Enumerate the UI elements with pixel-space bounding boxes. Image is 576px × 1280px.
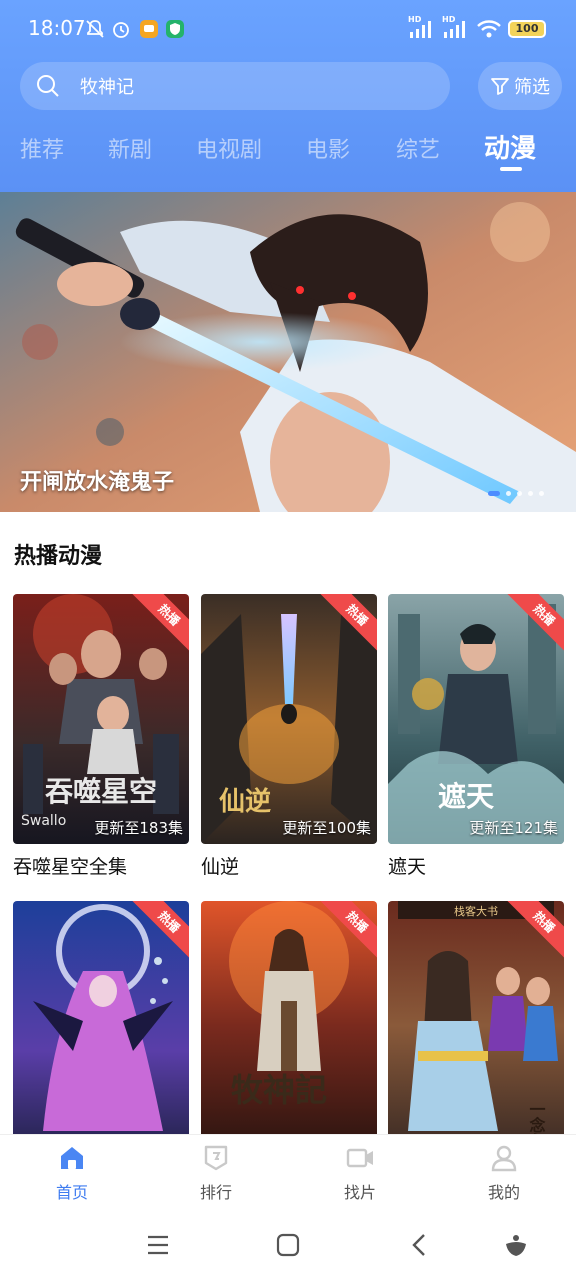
- home-icon: [61, 1147, 83, 1169]
- tab-recommend[interactable]: 推荐: [20, 132, 64, 164]
- active-tab-indicator: [500, 167, 522, 171]
- mute-bell-icon: [86, 20, 104, 38]
- poster: 热播: [13, 901, 189, 1151]
- search-icon: [37, 75, 59, 97]
- home-square-icon[interactable]: [276, 1232, 300, 1258]
- nav-ranking[interactable]: 排行: [176, 1143, 256, 1203]
- banner-title: 开闸放水淹鬼子: [20, 470, 175, 495]
- card-title: 吞噬星空全集: [13, 856, 128, 878]
- video-camera-icon: [346, 1148, 373, 1168]
- section-title: 热播动漫: [14, 544, 103, 569]
- carousel-dot[interactable]: [539, 491, 544, 496]
- tab-movie[interactable]: 电影: [306, 132, 350, 164]
- signal-icon-2: HD: [442, 15, 470, 40]
- tab-new-drama[interactable]: 新剧: [108, 132, 152, 164]
- episode-update: 更新至183集: [94, 819, 183, 837]
- tab-anime[interactable]: 动漫: [484, 128, 536, 165]
- poster-image: 遮天: [388, 594, 564, 844]
- menu-icon[interactable]: [146, 1232, 170, 1258]
- anime-card[interactable]: 仙逆 热播 更新至100集 仙逆: [201, 594, 377, 879]
- poster-image: 栈客大书 一念永恒: [388, 901, 564, 1151]
- poster-subtitle-art: Swallo: [21, 813, 66, 829]
- nav-label: 排行: [199, 1183, 232, 1202]
- anime-card[interactable]: 遮天 热播 更新至121集 遮天: [388, 594, 564, 879]
- status-time: 18:07: [28, 16, 86, 40]
- header: 18:07 HD HD 100 牧神记 筛选 推荐 新剧 电视剧 电影 综艺 动…: [0, 0, 576, 192]
- poster: 牧神記 热播: [201, 901, 377, 1151]
- signal-tag-2: HD: [442, 15, 456, 24]
- episode-update: 更新至121集: [469, 819, 558, 837]
- status-bar: 18:07 HD HD 100: [0, 0, 576, 60]
- assistant-icon[interactable]: [504, 1232, 528, 1258]
- search-input[interactable]: 牧神记: [20, 62, 450, 110]
- message-app-icon: [140, 20, 158, 38]
- poster-title-art: 牧神記: [231, 1071, 327, 1109]
- poster-image: 仙逆: [201, 594, 377, 844]
- filter-label: 筛选: [514, 77, 550, 98]
- carousel-dot[interactable]: [517, 491, 522, 496]
- wifi-icon: [477, 20, 501, 38]
- user-icon: [491, 1145, 517, 1172]
- poster-image: [13, 901, 189, 1151]
- ranking-icon: [204, 1145, 228, 1171]
- nav-label: 找片: [343, 1183, 376, 1202]
- anime-card[interactable]: 牧神記 热播: [201, 901, 377, 1151]
- carousel-dot[interactable]: [506, 491, 511, 496]
- nav-mine[interactable]: 我的: [464, 1143, 544, 1203]
- nav-label: 我的: [487, 1183, 520, 1202]
- poster-image: 牧神記: [201, 901, 377, 1151]
- poster: 栈客大书 一念永恒 热播: [388, 901, 564, 1151]
- anime-card[interactable]: 栈客大书 一念永恒 热播: [388, 901, 564, 1151]
- hero-banner[interactable]: 开闸放水淹鬼子: [0, 192, 576, 512]
- search-query: 牧神记: [80, 77, 134, 98]
- filter-icon: [491, 78, 509, 95]
- poster: 遮天 热播 更新至121集: [388, 594, 564, 844]
- tab-variety[interactable]: 综艺: [396, 132, 440, 164]
- status-right: HD HD 100: [408, 15, 546, 40]
- carousel-dots: [488, 491, 544, 496]
- anime-card[interactable]: 吞噬星空 Swallo 热播 更新至183集 吞噬星空全集: [13, 594, 189, 879]
- nav-home[interactable]: 首页: [32, 1143, 112, 1203]
- episode-update: 更新至100集: [282, 819, 371, 837]
- back-icon[interactable]: [408, 1232, 432, 1258]
- anime-card[interactable]: 热播: [13, 901, 189, 1151]
- poster-sign-text: 栈客大书: [454, 904, 498, 918]
- tab-tv-series[interactable]: 电视剧: [196, 132, 262, 164]
- nav-find[interactable]: 找片: [320, 1143, 400, 1203]
- bottom-navigation: 首页 排行 找片 我的: [0, 1134, 576, 1212]
- card-title: 仙逆: [201, 856, 240, 878]
- card-title: 遮天: [388, 856, 427, 878]
- alarm-icon: [113, 22, 129, 38]
- poster-title-art: 仙逆: [219, 786, 271, 817]
- poster-title-art: 吞噬星空: [45, 775, 157, 808]
- carousel-dot[interactable]: [528, 491, 533, 496]
- system-navigation: [0, 1212, 576, 1280]
- carousel-dot[interactable]: [488, 491, 500, 496]
- poster: 仙逆 热播 更新至100集: [201, 594, 377, 844]
- poster: 吞噬星空 Swallo 热播 更新至183集: [13, 594, 189, 844]
- poster-image: 吞噬星空 Swallo: [13, 594, 189, 844]
- shield-app-icon: [166, 20, 184, 38]
- signal-tag-1: HD: [408, 15, 422, 24]
- poster-title-art: 遮天: [438, 780, 494, 813]
- filter-button[interactable]: 筛选: [478, 62, 562, 110]
- signal-icon: HD: [408, 15, 436, 40]
- category-tabs: 推荐 新剧 电视剧 电影 综艺 动漫: [0, 128, 576, 178]
- battery-icon: 100: [508, 20, 546, 38]
- nav-label: 首页: [55, 1183, 88, 1202]
